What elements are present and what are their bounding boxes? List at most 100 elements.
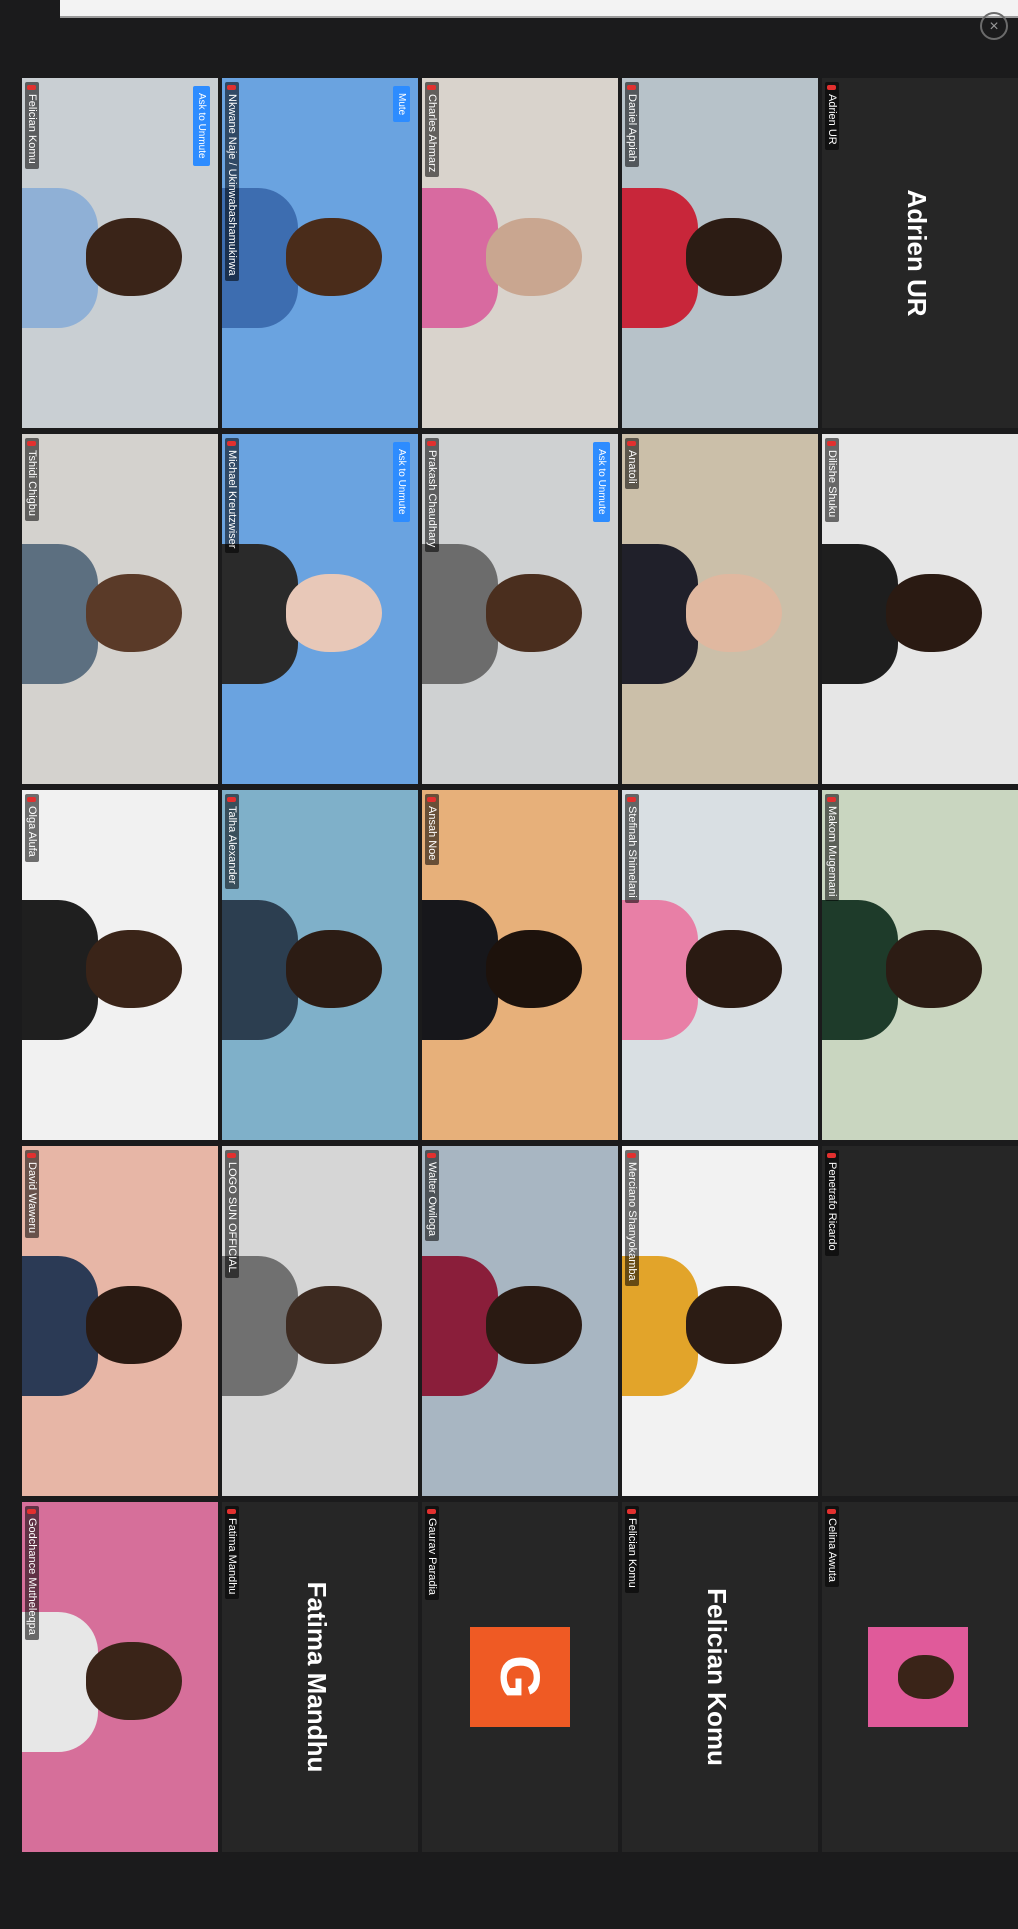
participant-name: Dilishe Shuku	[826, 450, 838, 518]
participant-tile[interactable]: Godchance Mutheleqpa	[22, 1502, 218, 1852]
person-head	[686, 218, 782, 296]
participant-name: Felician Komu	[626, 1518, 638, 1588]
participant-tile[interactable]: Charles Ahmarz	[422, 78, 618, 428]
participant-view: Penetrafo Ricardo	[822, 1146, 1018, 1496]
muted-mic-icon	[227, 797, 237, 802]
participant-tile[interactable]: Anatoli	[622, 434, 818, 784]
person-head	[486, 218, 582, 296]
participant-view: Felician Komu Felician Komu	[622, 1502, 818, 1852]
participant-name: Prakash Chaudhary	[426, 450, 438, 548]
person-head	[486, 1286, 582, 1364]
participant-tile[interactable]: Ask to Unmute Felician Komu	[22, 78, 218, 428]
participant-tile[interactable]: Ask to Unmute Michael Kreutzwiser	[222, 434, 418, 784]
participant-name: Nkwane Naje / Ukinwabashamukirwa	[226, 94, 238, 276]
muted-mic-icon	[427, 1153, 437, 1158]
participant-name: Tshidi Chigbu	[26, 450, 38, 517]
participant-view: Charles Ahmarz	[422, 78, 618, 428]
window-top-bar	[60, 0, 1018, 18]
participant-name: Ansah Noe	[426, 806, 438, 861]
person-head	[86, 1642, 182, 1720]
participant-name-label: Fatima Mandhu	[225, 1506, 239, 1600]
participant-tile[interactable]: David Waweru	[22, 1146, 218, 1496]
participant-tile[interactable]: LOGO SUN OFFICIAL	[222, 1146, 418, 1496]
participant-action-button[interactable]: Mute	[393, 86, 410, 123]
participant-tile[interactable]: Daniel Appiah	[622, 78, 818, 428]
participant-display-name: Felician Komu	[702, 1588, 732, 1766]
participant-tile[interactable]: Makom Mugemani	[822, 790, 1018, 1140]
participant-name-label: Ansah Noe	[425, 794, 439, 866]
muted-mic-icon	[27, 1509, 37, 1514]
muted-mic-icon	[227, 1509, 237, 1514]
participant-tile[interactable]: Stefinah Shimelani	[622, 790, 818, 1140]
participant-name-label: Gaurav Paradia	[425, 1506, 439, 1601]
muted-mic-icon	[227, 85, 237, 90]
participant-name: Makom Mugemani	[826, 806, 838, 897]
muted-mic-icon	[227, 441, 237, 446]
participant-tile[interactable]: Dilishe Shuku	[822, 434, 1018, 784]
video-feed	[422, 434, 618, 784]
participant-tile[interactable]: G Gaurav Paradia	[422, 1502, 618, 1852]
participant-tile[interactable]: Walter Owiloga	[422, 1146, 618, 1496]
close-icon[interactable]: ×	[980, 12, 1008, 40]
video-feed	[222, 78, 418, 428]
participant-tile[interactable]: Olga Alufa	[22, 790, 218, 1140]
video-feed	[622, 434, 818, 784]
muted-mic-icon	[627, 85, 637, 90]
video-feed	[822, 790, 1018, 1140]
participant-tile[interactable]: Ask to Unmute Prakash Chaudhary	[422, 434, 618, 784]
participant-action-button[interactable]: Ask to Unmute	[393, 442, 410, 522]
participant-tile[interactable]: Tshidi Chigbu	[22, 434, 218, 784]
participant-view: Anatoli	[622, 434, 818, 784]
participant-name-label: Prakash Chaudhary	[425, 438, 439, 553]
participant-tile[interactable]: Mute Nkwane Naje / Ukinwabashamukirwa	[222, 78, 418, 428]
participant-name-label: Nkwane Naje / Ukinwabashamukirwa	[225, 82, 239, 281]
participant-name: Michael Kreutzwiser	[226, 450, 238, 549]
person-head	[486, 574, 582, 652]
participant-view: Dilishe Shuku	[822, 434, 1018, 784]
participant-tile[interactable]: Penetrafo Ricardo	[822, 1146, 1018, 1496]
muted-mic-icon	[427, 441, 437, 446]
video-feed	[222, 1146, 418, 1496]
person-head	[86, 218, 182, 296]
person-head	[686, 574, 782, 652]
video-grid: Ask to Unmute Felician Komu Mute Nkwane Naj…	[22, 78, 1018, 1858]
participant-view: Makom Mugemani	[822, 790, 1018, 1140]
participant-view: Walter Owiloga	[422, 1146, 618, 1496]
participant-tile[interactable]: Merciano Shanyokamba	[622, 1146, 818, 1496]
participant-name: Felician Komu	[26, 94, 38, 164]
participant-tile[interactable]: Celina Awuta	[822, 1502, 1018, 1852]
participant-tile[interactable]: Ansah Noe	[422, 790, 618, 1140]
participant-action-button[interactable]: Ask to Unmute	[193, 86, 210, 166]
participant-view: David Waweru	[22, 1146, 218, 1496]
participant-view: Merciano Shanyokamba	[622, 1146, 818, 1496]
muted-mic-icon	[427, 797, 437, 802]
participant-view: Mute Nkwane Naje / Ukinwabashamukirwa	[222, 78, 418, 428]
participant-name-label: Felician Komu	[25, 82, 39, 169]
participant-name-label: Michael Kreutzwiser	[225, 438, 239, 554]
participant-tile[interactable]: Talha Alexander	[222, 790, 418, 1140]
muted-mic-icon	[627, 797, 637, 802]
participant-action-button[interactable]: Ask to Unmute	[593, 442, 610, 522]
muted-mic-icon	[427, 1509, 437, 1514]
video-feed	[22, 790, 218, 1140]
participant-name-label: Felician Komu	[625, 1506, 639, 1593]
participant-name-label: Charles Ahmarz	[425, 82, 439, 178]
participant-name: Stefinah Shimelani	[626, 806, 638, 898]
muted-mic-icon	[827, 797, 837, 802]
video-feed	[422, 78, 618, 428]
participant-view: Olga Alufa	[22, 790, 218, 1140]
participant-name: Daniel Appiah	[626, 94, 638, 162]
participant-view: Stefinah Shimelani	[622, 790, 818, 1140]
participant-name-label: Stefinah Shimelani	[625, 794, 639, 903]
participant-tile[interactable]: Felician Komu Felician Komu	[622, 1502, 818, 1852]
video-feed	[22, 78, 218, 428]
person-head	[286, 1286, 382, 1364]
participant-tile[interactable]: Fatima Mandhu Fatima Mandhu	[222, 1502, 418, 1852]
muted-mic-icon	[27, 797, 37, 802]
video-feed	[622, 1146, 818, 1496]
participant-tile[interactable]: Adrien UR Adrien UR	[822, 78, 1018, 428]
participant-name-label: Makom Mugemani	[825, 794, 839, 902]
participant-name: Anatoli	[626, 450, 638, 484]
participant-view: G Gaurav Paradia	[422, 1502, 618, 1852]
participant-view: Ansah Noe	[422, 790, 618, 1140]
